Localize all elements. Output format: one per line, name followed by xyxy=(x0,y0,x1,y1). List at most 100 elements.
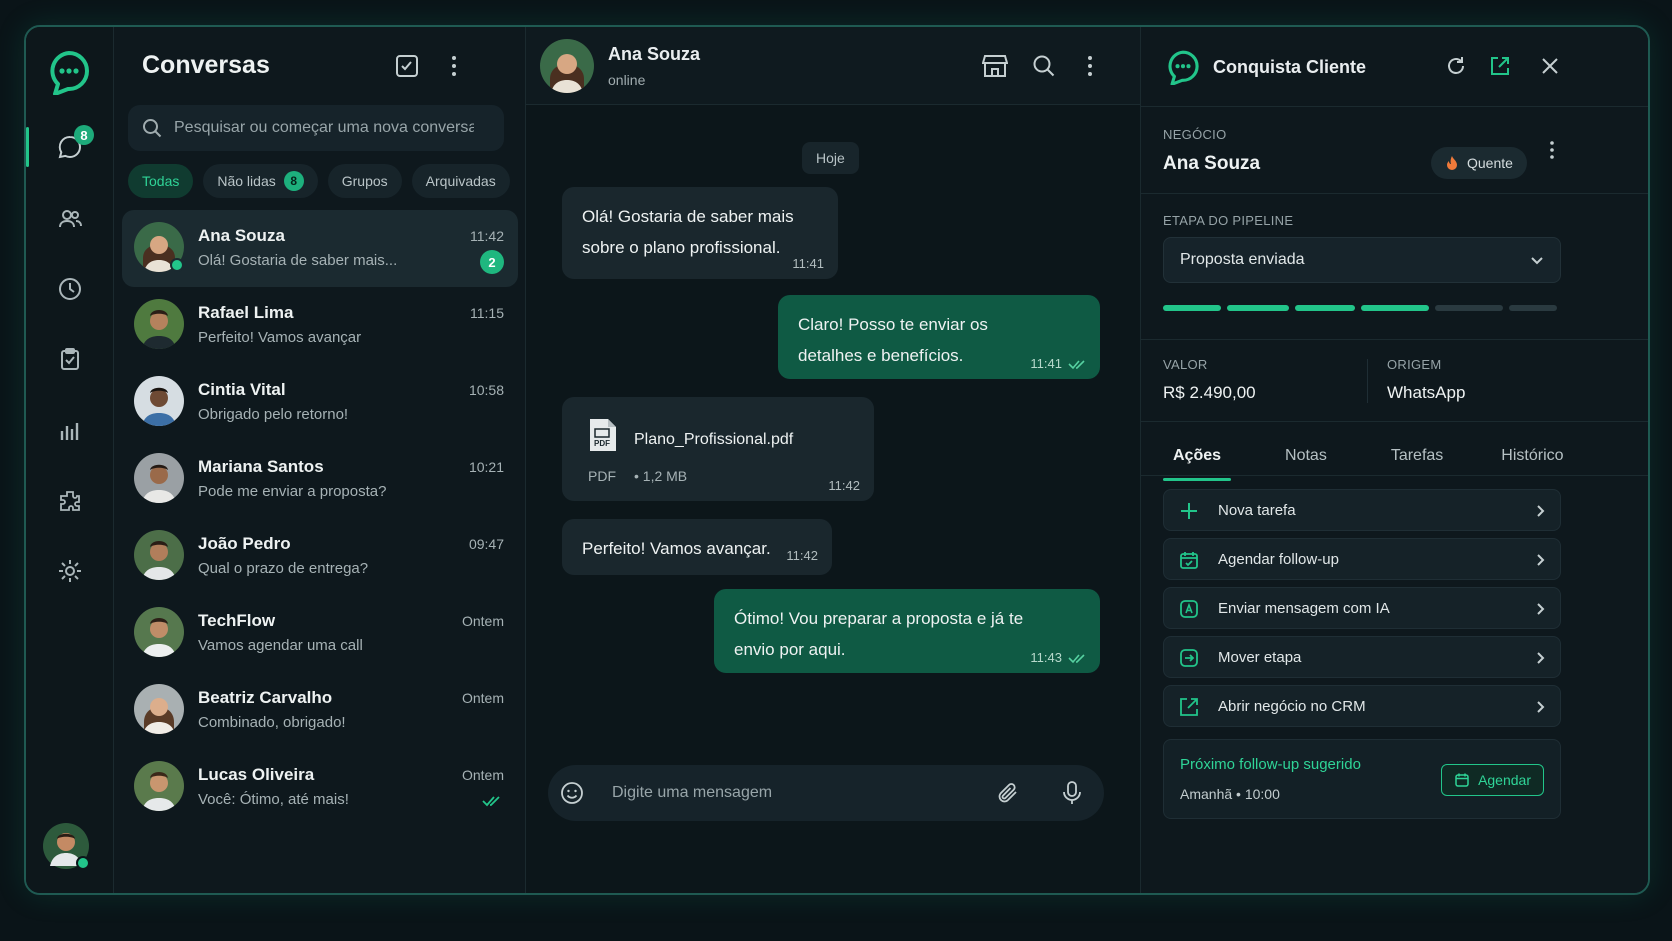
deal-name: Ana Souza xyxy=(1163,153,1261,174)
search-input[interactable] xyxy=(174,119,474,137)
file-message[interactable]: PDF Plano_Profissional.pdf PDF • 1,2 MB … xyxy=(562,397,874,501)
contact-name: Lucas Oliveira xyxy=(198,765,315,784)
tab-label: Ações xyxy=(1173,447,1222,464)
brand-logo-icon xyxy=(1165,49,1201,85)
more-options-icon[interactable] xyxy=(448,53,460,79)
tab-label: Tarefas xyxy=(1390,447,1444,464)
open-external-icon[interactable] xyxy=(1489,55,1511,77)
conversation-item[interactable]: Cintia Vital Obrigado pelo retorno! 10:5… xyxy=(122,364,518,441)
message-text: Perfeito! Vamos avançar. xyxy=(582,539,771,558)
chevron-right-icon xyxy=(1532,601,1548,617)
nav-reports[interactable] xyxy=(26,407,114,455)
contact-name: Ana Souza xyxy=(608,44,701,64)
user-avatar[interactable] xyxy=(42,822,90,870)
schedule-button[interactable]: Agendar xyxy=(1441,764,1544,796)
message-preview: Olá! Gostaria de saber mais... xyxy=(198,252,398,269)
svg-text:PDF: PDF xyxy=(594,439,610,448)
outgoing-message: Claro! Posso te enviar os detalhes e ben… xyxy=(778,295,1100,379)
action-label: Nova tarefa xyxy=(1218,502,1296,519)
divider xyxy=(1367,359,1368,403)
nav-integrations[interactable] xyxy=(26,477,114,525)
filter-all[interactable]: Todas xyxy=(128,164,194,198)
refresh-icon[interactable] xyxy=(1445,55,1467,77)
contact-name: Rafael Lima xyxy=(198,303,294,322)
message-preview: Combinado, obrigado! xyxy=(198,714,346,731)
file-size: • 1,2 MB xyxy=(634,468,688,484)
logo-chat-icon[interactable] xyxy=(46,49,92,95)
new-chat-icon[interactable] xyxy=(394,53,420,79)
search-icon[interactable] xyxy=(1032,54,1056,78)
tab-historico[interactable]: Histórico xyxy=(1491,437,1573,475)
open-external-icon xyxy=(1178,696,1200,718)
message-time: 11:43 xyxy=(1030,650,1062,665)
attach-icon[interactable] xyxy=(996,781,1020,805)
tab-tarefas[interactable]: Tarefas xyxy=(1381,437,1453,475)
message-time: Ontem xyxy=(461,690,504,706)
filter-archived[interactable]: Arquivadas xyxy=(411,164,510,198)
close-icon[interactable] xyxy=(1541,57,1559,75)
contact-name: Beatriz Carvalho xyxy=(198,688,333,707)
more-options-icon[interactable] xyxy=(1547,139,1557,161)
conversation-item[interactable]: Mariana Santos Pode me enviar a proposta… xyxy=(122,441,518,518)
chevron-right-icon xyxy=(1532,552,1548,568)
action-agendar-follow-up[interactable]: Agendar follow-up xyxy=(1163,538,1561,580)
contact-name: Mariana Santos xyxy=(198,457,324,476)
pipeline-step-done xyxy=(1295,305,1355,311)
deal-label: NEGÓCIO xyxy=(1163,127,1227,142)
action-abrir-negocio-crm[interactable]: Abrir negócio no CRM xyxy=(1163,685,1561,727)
nav-history[interactable] xyxy=(26,265,114,313)
nav-tasks[interactable] xyxy=(26,335,114,383)
more-options-icon[interactable] xyxy=(1084,53,1096,79)
app-window: 8 Conversas Todas Não lidas 8 Grupos Arqu… xyxy=(24,25,1650,895)
pipeline-progress xyxy=(1163,305,1557,311)
move-stage-icon xyxy=(1178,647,1200,669)
online-dot xyxy=(170,258,184,272)
microphone-icon[interactable] xyxy=(1062,780,1082,806)
followup-suggestion: Próximo follow-up sugerido Amanhã • 10:0… xyxy=(1163,739,1561,819)
nav-settings[interactable] xyxy=(26,547,114,595)
conversation-item[interactable]: Beatriz Carvalho Combinado, obrigado! On… xyxy=(122,672,518,749)
avatar xyxy=(134,607,184,657)
action-nova-tarefa[interactable]: Nova tarefa xyxy=(1163,489,1561,531)
temperature-badge[interactable]: Quente xyxy=(1431,147,1527,179)
action-label: Abrir negócio no CRM xyxy=(1218,698,1366,715)
crm-header: Conquista Cliente xyxy=(1141,27,1648,107)
avatar xyxy=(134,453,184,503)
conversation-item[interactable]: TechFlow Vamos agendar uma call Ontem xyxy=(122,595,518,672)
suggestion-title: Próximo follow-up sugerido xyxy=(1180,756,1361,773)
action-mover-etapa[interactable]: Mover etapa xyxy=(1163,636,1561,678)
conversation-item[interactable]: Ana Souza Olá! Gostaria de saber mais...… xyxy=(122,210,518,287)
filter-unread[interactable]: Não lidas 8 xyxy=(203,164,318,198)
message-time: 11:41 xyxy=(792,256,824,271)
integrations-icon xyxy=(57,488,83,514)
action-label: Mover etapa xyxy=(1218,649,1302,666)
read-check-icon xyxy=(1068,359,1086,370)
search-icon xyxy=(142,118,162,138)
message-input[interactable] xyxy=(612,765,972,821)
divider xyxy=(1141,193,1648,194)
message-time: 11:42 xyxy=(470,228,504,244)
filter-all-label: Todas xyxy=(142,173,180,189)
avatar xyxy=(134,761,184,811)
contact-name: Cintia Vital xyxy=(198,380,286,399)
calendar-icon xyxy=(1178,549,1200,571)
tasks-icon xyxy=(57,346,83,372)
action-enviar-mensagem-ia[interactable]: Enviar mensagem com IA xyxy=(1163,587,1561,629)
emoji-icon[interactable] xyxy=(560,781,584,805)
pipeline-step-done xyxy=(1227,305,1289,311)
store-icon[interactable] xyxy=(982,54,1008,78)
tab-acoes[interactable]: Ações xyxy=(1163,437,1232,481)
nav-contacts[interactable] xyxy=(26,195,114,243)
filter-groups[interactable]: Grupos xyxy=(327,164,402,198)
avatar[interactable] xyxy=(540,39,594,93)
nav-chats[interactable]: 8 xyxy=(26,123,114,171)
tab-notas[interactable]: Notas xyxy=(1275,437,1337,475)
chevron-right-icon xyxy=(1532,650,1548,666)
message-preview: Você: Ótimo, até mais! xyxy=(198,791,349,808)
chevron-right-icon xyxy=(1532,503,1548,519)
pipeline-stage-select[interactable]: Proposta enviada xyxy=(1163,237,1561,283)
unread-badge: 8 xyxy=(74,125,94,145)
conversation-item[interactable]: Lucas Oliveira Você: Ótimo, até mais! On… xyxy=(122,749,518,826)
conversation-item[interactable]: Rafael Lima Perfeito! Vamos avançar 11:1… xyxy=(122,287,518,364)
conversation-item[interactable]: João Pedro Qual o prazo de entrega? 09:4… xyxy=(122,518,518,595)
